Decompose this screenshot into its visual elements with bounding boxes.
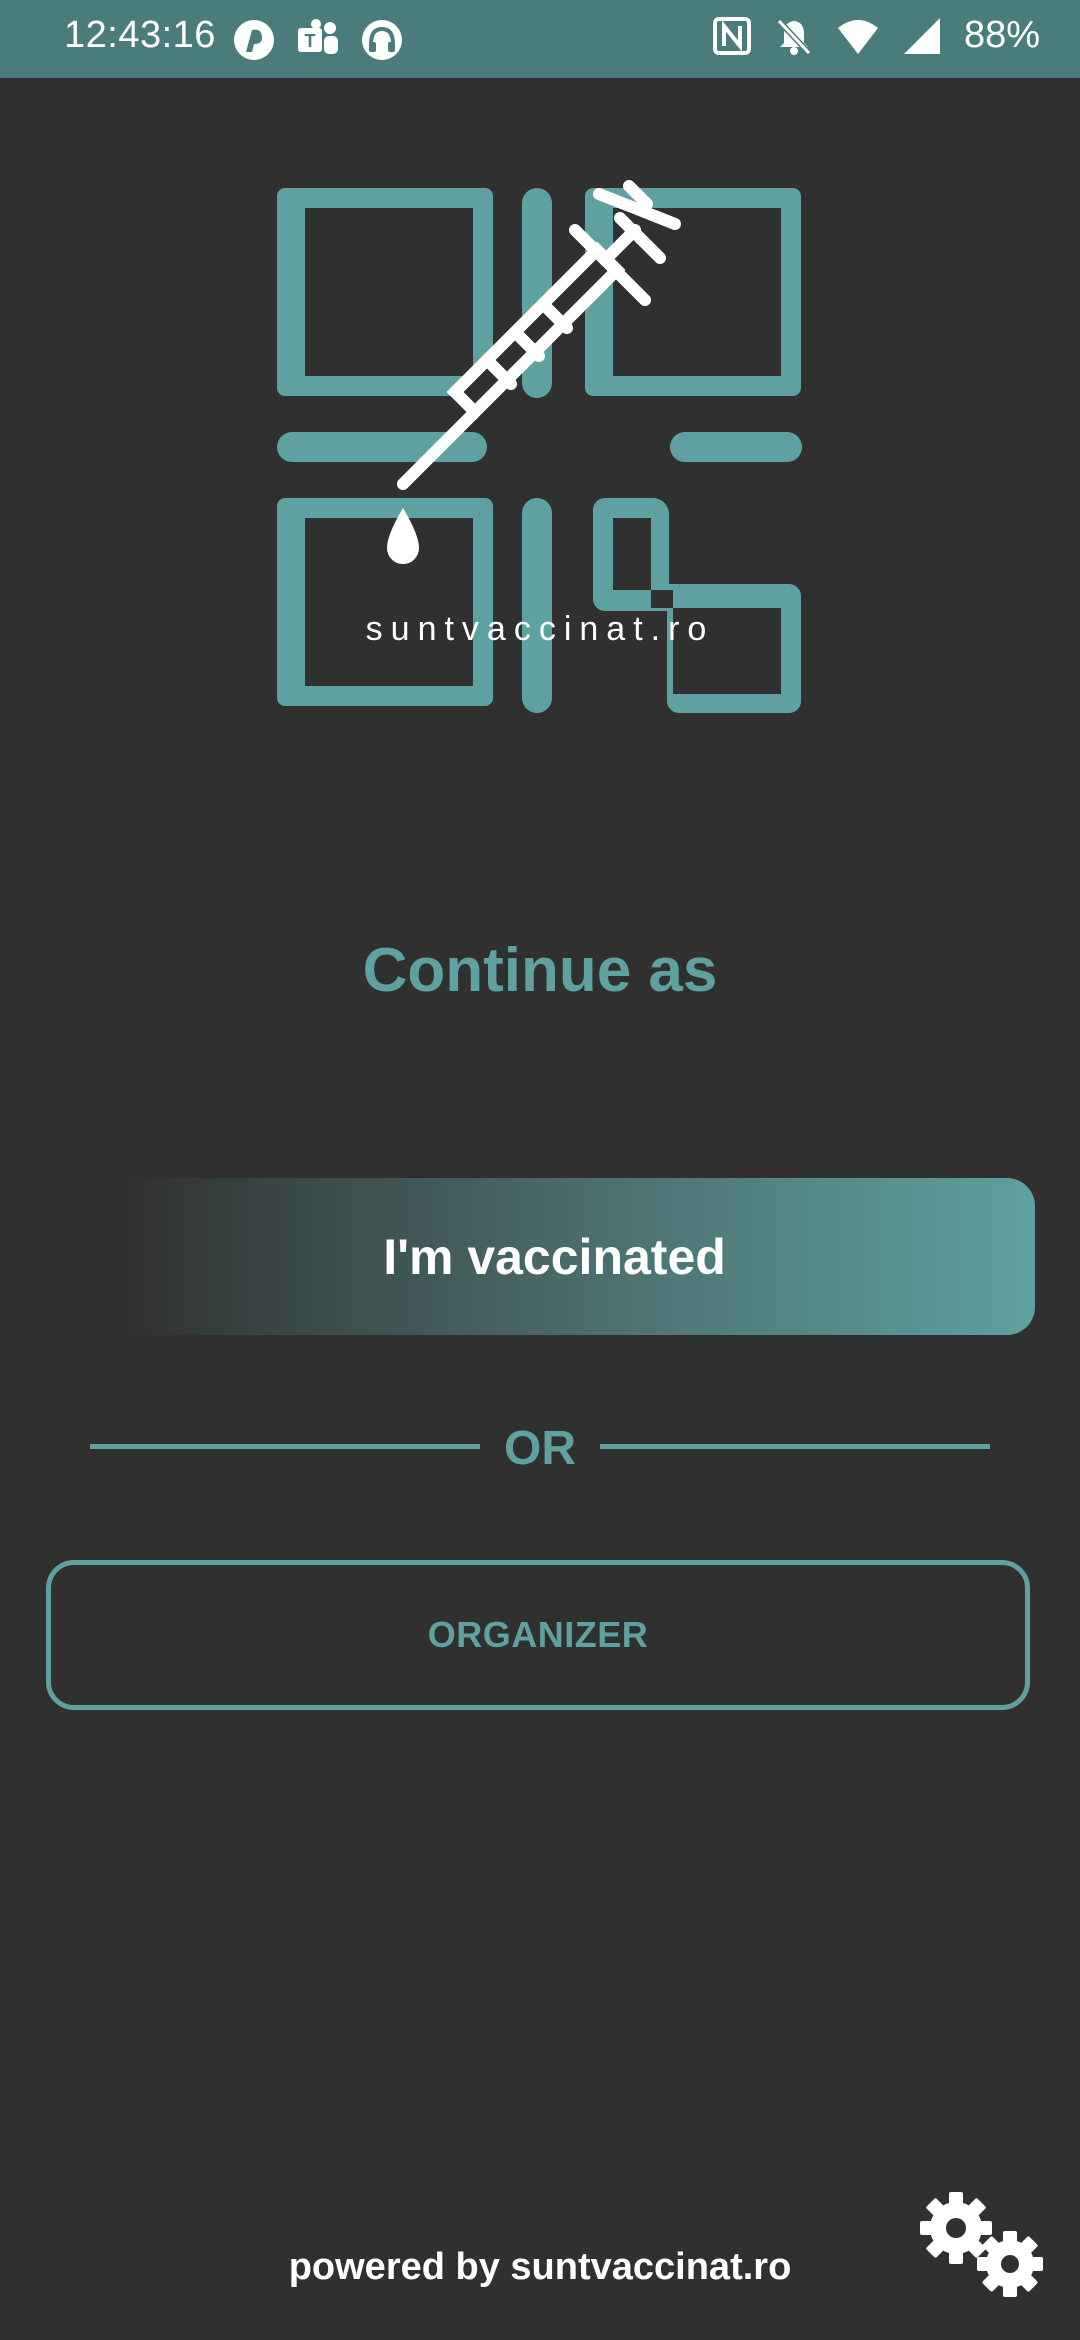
status-time: 12:43:16 (64, 14, 216, 56)
logo-text: suntvaccinat.ro (366, 610, 715, 648)
status-notification-icons: T (232, 18, 404, 62)
divider-right (600, 1444, 990, 1449)
wifi-icon (837, 19, 878, 54)
svg-text:T: T (305, 31, 316, 51)
gears-icon[interactable] (918, 2190, 1048, 2302)
nfc-icon (712, 16, 751, 55)
or-divider-text: OR (504, 1422, 576, 1475)
teams-icon: T (298, 19, 338, 54)
bell-off-icon (776, 18, 812, 55)
app-notification-icon (234, 20, 274, 60)
organizer-button[interactable]: ORGANIZER (46, 1560, 1030, 1710)
headset-icon (362, 20, 402, 60)
app-logo: suntvaccinat.ro (277, 180, 802, 713)
status-bar: 12:43:16 T 88% (0, 0, 1080, 78)
status-system-icons: 88% (712, 14, 1040, 57)
organizer-label: ORGANIZER (427, 1614, 649, 1655)
battery-level: 88% (963, 14, 1040, 56)
divider-left (90, 1444, 480, 1449)
im-vaccinated-button[interactable]: I'm vaccinated (118, 1178, 1035, 1335)
im-vaccinated-label: I'm vaccinated (383, 1228, 726, 1285)
continue-as-title: Continue as (362, 936, 718, 1005)
signal-icon (903, 17, 940, 54)
